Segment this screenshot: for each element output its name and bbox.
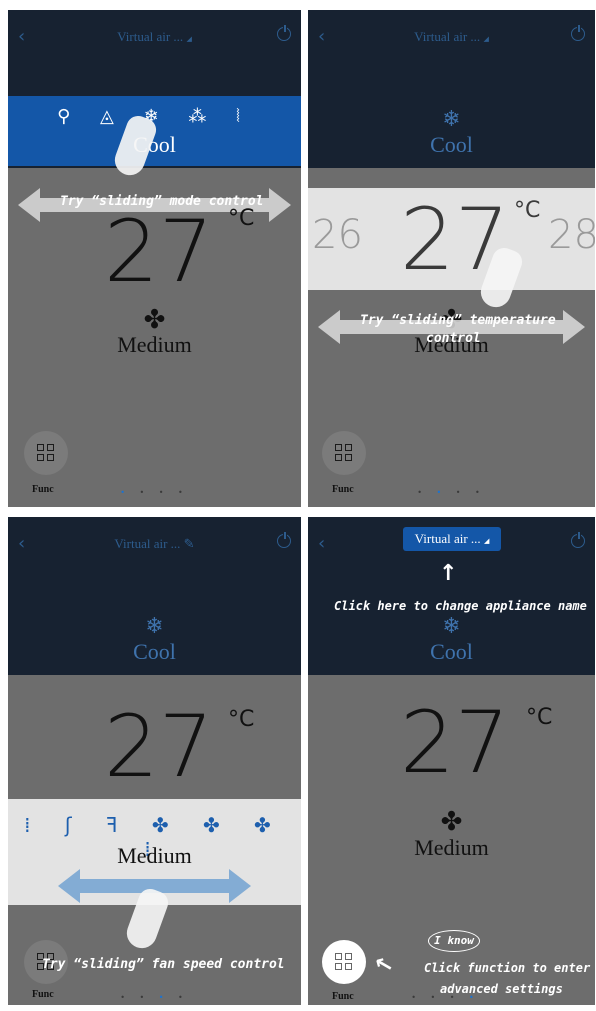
page-indicator: • • • • xyxy=(120,488,189,497)
tutorial-panel-temperature: ‹ Virtual air ... ◢ ❄ Cool 26 27 °C 28 ✤… xyxy=(308,10,595,507)
temperature-prev: 26 xyxy=(312,212,363,258)
fan-label: Medium xyxy=(117,843,192,868)
fan-label: Medium xyxy=(117,332,192,357)
snowflake-icon: ❄ xyxy=(442,614,461,639)
func-button[interactable] xyxy=(322,940,366,984)
grid-icon xyxy=(335,953,353,971)
tutorial-panel-fan: ‹ Virtual air ... ✎ ❄ Cool 27 °C ⁞ ʃ ꟻ ✤… xyxy=(8,517,301,1005)
power-icon[interactable] xyxy=(571,24,585,41)
page-indicator: • • • • xyxy=(417,488,486,497)
grid-icon xyxy=(37,444,55,462)
fan-label: Medium xyxy=(414,835,489,860)
temperature-unit: °C xyxy=(514,198,541,223)
tutorial-panel-mode: ‹ Virtual air ... ◢ ⚲ ◬ ❄ ⁂ ⦚ Cool Try “… xyxy=(8,10,301,507)
arrow-pointer-icon: ↑ xyxy=(369,951,401,980)
tutorial-panel-settings: ‹ Virtual air ... ◢ ↑ Click here to chan… xyxy=(308,517,595,1005)
i-know-button[interactable]: I know xyxy=(428,930,480,952)
func-button[interactable] xyxy=(322,431,366,475)
power-icon[interactable] xyxy=(277,531,291,548)
back-icon[interactable]: ‹ xyxy=(318,533,325,554)
hint-func-1: Click function to enter xyxy=(424,961,591,975)
mode-label: Cool xyxy=(430,639,473,664)
hint-temperature-2: control xyxy=(426,331,481,346)
appliance-name-button[interactable]: Virtual air ... ◢ xyxy=(403,527,501,551)
mode-display: ❄ Cool xyxy=(308,614,595,665)
temperature-next: 28 xyxy=(548,212,595,258)
temperature-value: 27 xyxy=(104,697,214,797)
appliance-title[interactable]: Virtual air ... ◢ xyxy=(8,29,301,45)
fan-icon: ✤ xyxy=(143,305,166,335)
snowflake-icon: ❄ xyxy=(442,107,461,132)
temperature-value: 27 xyxy=(104,202,214,302)
temperature-unit: °C xyxy=(526,705,553,730)
hint-temperature-1: Try “sliding” temperature xyxy=(360,313,556,328)
power-icon[interactable] xyxy=(277,24,291,41)
power-icon[interactable] xyxy=(571,531,585,548)
grid-icon xyxy=(335,444,353,462)
page-indicator: • • • • xyxy=(120,993,189,1002)
mode-label: Cool xyxy=(133,639,176,664)
appliance-title[interactable]: Virtual air ... ◢ xyxy=(308,29,595,45)
hint-fan: Try “sliding” fan speed control xyxy=(42,957,285,972)
temperature-unit: °C xyxy=(228,206,255,231)
mode-display: ❄ Cool xyxy=(8,614,301,665)
temperature-unit: °C xyxy=(228,707,255,732)
mode-label: Cool xyxy=(430,132,473,157)
page-indicator: • • • • xyxy=(411,993,480,1002)
hint-name: Click here to change appliance name xyxy=(334,599,587,613)
fan-icon: ✤ xyxy=(440,807,463,837)
snowflake-icon: ❄ xyxy=(145,614,164,639)
temperature-value: 27 xyxy=(400,693,510,793)
mode-display: ❄ Cool xyxy=(308,107,595,158)
func-button[interactable] xyxy=(24,431,68,475)
appliance-title[interactable]: Virtual air ... ✎ xyxy=(8,536,301,552)
arrow-up-icon: ↑ xyxy=(439,561,458,586)
